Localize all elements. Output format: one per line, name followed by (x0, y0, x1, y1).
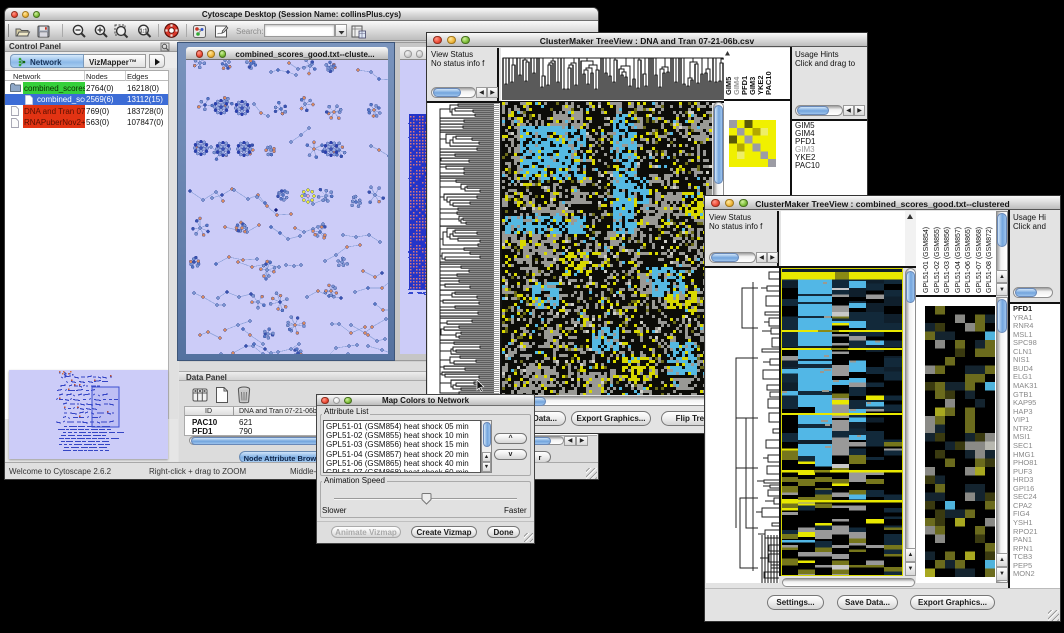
svg-text:1:1: 1:1 (140, 28, 148, 34)
